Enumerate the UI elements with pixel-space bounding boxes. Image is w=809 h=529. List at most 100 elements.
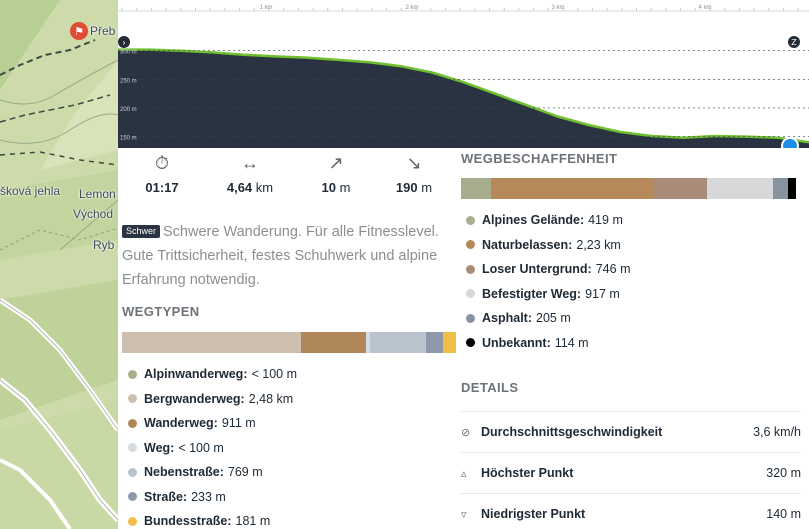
triangle-down-icon: ▿ [461, 508, 467, 521]
legend-value: 419 m [588, 213, 623, 228]
legend-value: < 100 m [251, 367, 297, 382]
wegbeschaffenheit-legend-item: Befestigter Weg: 917 m [466, 282, 630, 307]
wegbeschaffenheit-bar-segment [773, 178, 788, 199]
legend-value: 911 m [221, 416, 256, 431]
wegtypen-title: WEGTYPEN [122, 304, 200, 319]
arrow-down-right-icon: ↘ [406, 153, 422, 173]
elevation-tick-label: 150 m [120, 136, 137, 142]
detail-row-lowest-point: ▿ Niedrigster Punkt 140 m [461, 493, 801, 529]
map-panel[interactable]: ⚑ Přeb šková jehla Lemon Východ Ryb [0, 0, 118, 529]
detail-row-average-speed: ⊘ Durchschnittsgeschwindigkeit 3,6 km/h [461, 411, 801, 452]
ascent-value: 10 [321, 180, 336, 195]
legend-label: Nebenstraße: [144, 465, 224, 480]
difficulty-badge: Schwer [122, 225, 161, 238]
distance-tick-label: 3 km [551, 5, 564, 11]
legend-dot-icon [128, 467, 137, 477]
legend-dot-icon [466, 289, 475, 299]
elevation-profile[interactable]: 1 km 2 km 3 km 4 km 300 m 250 m 200 m 150 m › Z [118, 0, 809, 148]
map-label: Lemon [79, 187, 116, 201]
legend-label: Loser Untergrund: [482, 262, 592, 277]
wegbeschaffenheit-title: WEGBESCHAFFENHEIT [461, 151, 618, 166]
elevation-area [118, 49, 809, 148]
legend-label: Weg: [144, 440, 175, 455]
triangle-up-icon: ▵ [461, 467, 467, 480]
wegbeschaffenheit-bar-segment [787, 178, 797, 199]
wegbeschaffenheit-bar-segment [491, 178, 653, 199]
wegbeschaffenheit-legend-item: Naturbelassen: 2,23 km [466, 233, 630, 258]
legend-label: Unbekannt: [482, 335, 551, 350]
distance-unit: km [255, 180, 274, 195]
legend-value: 114 m [554, 335, 589, 350]
start-marker-label: › [122, 39, 126, 49]
legend-label: Alpinwanderweg: [144, 367, 248, 382]
distance-tick-label: 2 km [405, 5, 418, 11]
wegtypen-bar-segment [442, 332, 456, 353]
legend-dot-icon [128, 443, 137, 453]
legend-dot-icon [466, 264, 475, 274]
legend-value: 769 m [227, 465, 263, 480]
wegtypen-bar-segment [122, 332, 301, 353]
legend-dot-icon [466, 240, 475, 250]
map-label: Východ [73, 207, 114, 221]
wegtypen-bar-segment [425, 332, 443, 353]
duration-value: 01:17 [145, 180, 179, 195]
distance-tick-label: 4 km [698, 5, 711, 11]
legend-label: Befestigter Weg: [482, 286, 582, 301]
legend-value: 2,23 km [576, 237, 621, 252]
horizontal-arrows-icon: ↔ [241, 153, 259, 173]
legend-dot-icon [466, 338, 475, 348]
legend-value: 917 m [585, 286, 620, 301]
wegtypen-legend-item: Alpinwanderweg: < 100 m [128, 362, 297, 387]
legend-value: < 100 m [178, 440, 224, 455]
legend-value: 746 m [595, 262, 631, 277]
wegtypen-legend-item: Bergwanderweg: 2,48 km [128, 387, 297, 412]
wegbeschaffenheit-legend-item: Asphalt: 205 m [466, 306, 630, 331]
wegbeschaffenheit-bar [461, 178, 797, 199]
elevation-tick-label: 250 m [120, 78, 137, 84]
descent-value: 190 [395, 180, 418, 195]
wegtypen-legend-item: Wanderweg: 911 m [128, 411, 297, 436]
stat-duration: ⏱ 01:17 [124, 152, 200, 195]
difficulty-text: Schwere Wanderung. Für alle Fitnesslevel… [122, 224, 439, 288]
distance-tick-label: 1 km [259, 5, 272, 11]
wegtypen-bar-segment [300, 332, 367, 353]
map-label: šková jehla [0, 184, 61, 198]
legend-label: Wanderweg: [144, 416, 218, 431]
detail-row-highest-point: ▵ Höchster Punkt 320 m [461, 452, 801, 493]
legend-dot-icon [128, 516, 137, 526]
wegbeschaffenheit-bar-segment [461, 178, 492, 199]
arrow-up-right-icon: ↗ [328, 153, 344, 173]
legend-label: Straße: [144, 489, 188, 504]
wegtypen-bar-segment [370, 332, 426, 353]
legend-value: 233 m [191, 489, 226, 504]
stat-descent: ↘ 190 m [376, 152, 452, 195]
stat-ascent: ↗ 10 m [298, 152, 374, 195]
map-poi-label: Přeb [90, 24, 116, 38]
legend-dot-icon [128, 369, 137, 379]
detail-label: Niedrigster Punkt [481, 507, 586, 521]
legend-value: 205 m [536, 311, 571, 326]
wegbeschaffenheit-legend-item: Loser Untergrund: 746 m [466, 257, 630, 282]
legend-label: Asphalt: [482, 311, 532, 326]
legend-dot-icon [466, 313, 475, 323]
wegbeschaffenheit-legend-item: Alpines Gelände: 419 m [466, 208, 630, 233]
elevation-chart: 1 km 2 km 3 km 4 km 300 m 250 m 200 m 150 m › Z [118, 5, 809, 148]
wegtypen-legend: Alpinwanderweg: < 100 m Bergwanderweg: 2,48… [128, 362, 297, 529]
end-marker-label: Z [791, 38, 797, 47]
distance-value: 4,64 [226, 180, 253, 195]
tour-stats: ⏱ 01:17 ↔ 4,64 km ↗ 10 m ↘ 190 m [118, 148, 450, 206]
legend-value: 2,48 km [248, 391, 294, 406]
svg-text:⚑: ⚑ [74, 25, 84, 38]
wegbeschaffenheit-legend-item: Unbekannt: 114 m [466, 331, 630, 356]
legend-dot-icon [466, 215, 475, 225]
difficulty-description: Schwer Schwere Wanderung. Für alle Fitnes… [122, 220, 450, 292]
legend-dot-icon [128, 492, 137, 502]
wegtypen-bar [122, 332, 456, 353]
legend-label: Naturbelassen: [482, 237, 573, 252]
detail-value: 3,6 km/h [753, 425, 801, 439]
map-canvas: ⚑ [0, 0, 118, 529]
wegtypen-legend-item: Weg: < 100 m [128, 436, 297, 461]
legend-dot-icon [128, 418, 137, 428]
detail-label: Höchster Punkt [481, 466, 574, 480]
legend-value: 181 m [235, 514, 271, 529]
